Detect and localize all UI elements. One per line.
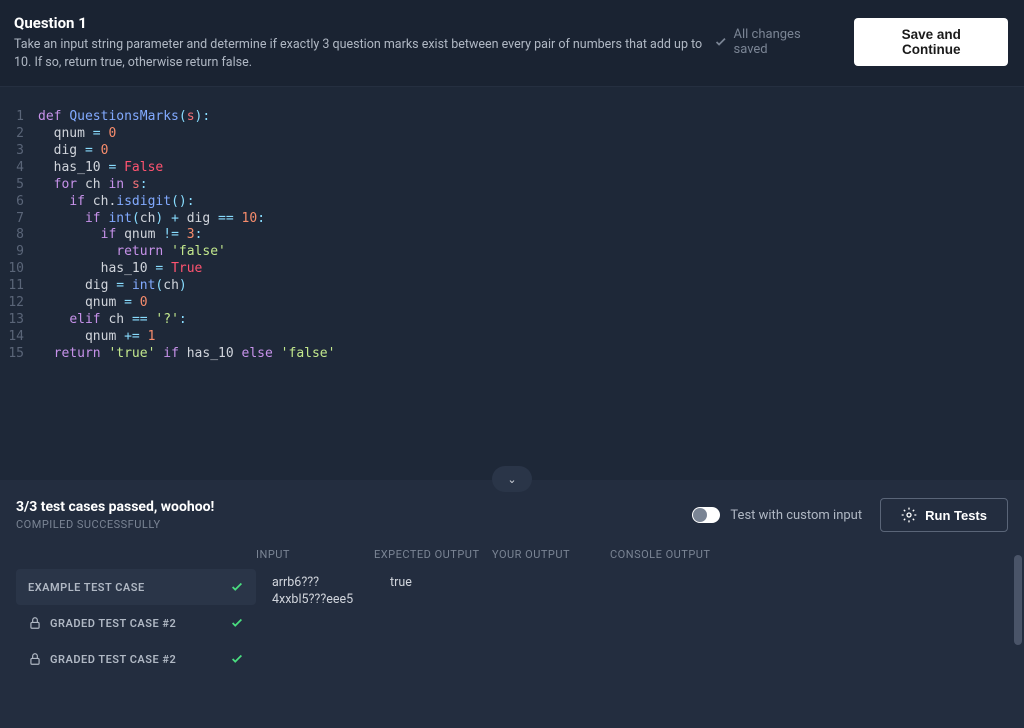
lock-icon — [28, 616, 42, 630]
code-line[interactable]: 4 has_10 = False — [0, 160, 1024, 177]
test-case-name: EXAMPLE TEST CASE — [28, 581, 230, 594]
save-continue-button[interactable]: Save and Continue — [854, 18, 1008, 66]
test-case-data-row: arrb6???4xxbl5???eee5 true — [272, 569, 508, 677]
line-number: 13 — [0, 312, 38, 329]
test-case-row[interactable]: GRADED TEST CASE #2 — [16, 641, 256, 677]
code-content[interactable]: qnum = 0 — [38, 126, 116, 143]
code-line[interactable]: 14 qnum += 1 — [0, 329, 1024, 346]
code-line[interactable]: 8 if qnum != 3: — [0, 227, 1024, 244]
line-number: 10 — [0, 261, 38, 278]
code-content[interactable]: dig = 0 — [38, 143, 108, 160]
question-info: Question 1 Take an input string paramete… — [14, 14, 714, 72]
code-line[interactable]: 2 qnum = 0 — [0, 126, 1024, 143]
line-number: 4 — [0, 160, 38, 177]
col-header-console: CONSOLE OUTPUT — [610, 548, 1024, 561]
code-content[interactable]: qnum = 0 — [38, 295, 148, 312]
pass-check-icon — [230, 616, 244, 630]
code-line[interactable]: 7 if int(ch) + dig == 10: — [0, 211, 1024, 228]
header-actions: All changes saved Save and Continue — [714, 18, 1008, 66]
custom-input-toggle-wrap: Test with custom input — [692, 507, 862, 523]
question-title: Question 1 — [14, 14, 714, 32]
col-header-expected: EXPECTED OUTPUT — [374, 548, 492, 561]
code-line[interactable]: 5 for ch in s: — [0, 177, 1024, 194]
compile-status: COMPILED SUCCESSFULLY — [16, 518, 214, 531]
line-number: 8 — [0, 227, 38, 244]
test-case-name: GRADED TEST CASE #2 — [50, 653, 230, 666]
code-content[interactable]: return 'false' — [38, 244, 226, 261]
pass-status: 3/3 test cases passed, woohoo! — [16, 499, 214, 515]
code-line[interactable]: 1def QuestionsMarks(s): — [0, 109, 1024, 126]
code-content[interactable]: if ch.isdigit(): — [38, 194, 195, 211]
code-content[interactable]: if int(ch) + dig == 10: — [38, 211, 265, 228]
code-line[interactable]: 10 has_10 = True — [0, 261, 1024, 278]
line-number: 6 — [0, 194, 38, 211]
save-status: All changes saved — [714, 27, 834, 57]
pass-check-icon — [230, 652, 244, 666]
code-content[interactable]: def QuestionsMarks(s): — [38, 109, 210, 126]
code-content[interactable]: elif ch == '?': — [38, 312, 187, 329]
col-header-your: YOUR OUTPUT — [492, 548, 610, 561]
code-line[interactable]: 15 return 'true' if has_10 else 'false' — [0, 346, 1024, 363]
code-content[interactable]: dig = int(ch) — [38, 278, 187, 295]
line-number: 12 — [0, 295, 38, 312]
line-number: 9 — [0, 244, 38, 261]
header-bar: Question 1 Take an input string paramete… — [0, 0, 1024, 87]
lock-icon — [28, 652, 42, 666]
code-content[interactable]: has_10 = True — [38, 261, 202, 278]
test-case-row[interactable]: GRADED TEST CASE #2 — [16, 605, 256, 641]
line-number: 15 — [0, 346, 38, 363]
code-content[interactable]: has_10 = False — [38, 160, 163, 177]
test-case-row[interactable]: EXAMPLE TEST CASE — [16, 569, 256, 605]
custom-input-toggle[interactable] — [692, 507, 720, 523]
check-icon — [714, 35, 728, 49]
code-line[interactable]: 3 dig = 0 — [0, 143, 1024, 160]
line-number: 14 — [0, 329, 38, 346]
scrollbar-thumb[interactable] — [1014, 555, 1022, 645]
test-case-name: GRADED TEST CASE #2 — [50, 617, 230, 630]
line-number: 1 — [0, 109, 38, 126]
run-tests-button[interactable]: Run Tests — [880, 498, 1008, 532]
run-tests-label: Run Tests — [925, 508, 987, 523]
code-content[interactable]: qnum += 1 — [38, 329, 155, 346]
col-header-input: INPUT — [256, 548, 374, 561]
code-line[interactable]: 6 if ch.isdigit(): — [0, 194, 1024, 211]
chevron-down-icon: ⌄ — [507, 473, 516, 486]
test-case-list: EXAMPLE TEST CASE GRADED TEST CASE #2 GRAD… — [16, 569, 256, 677]
panel-collapse-handle[interactable]: ⌄ — [492, 466, 532, 492]
code-line[interactable]: 9 return 'false' — [0, 244, 1024, 261]
column-headers-row: INPUT EXPECTED OUTPUT YOUR OUTPUT CONSOL… — [0, 542, 1024, 569]
gear-icon — [901, 507, 917, 523]
line-number: 5 — [0, 177, 38, 194]
code-content[interactable]: if qnum != 3: — [38, 227, 202, 244]
pass-check-icon — [230, 580, 244, 594]
code-content[interactable]: for ch in s: — [38, 177, 148, 194]
line-number: 7 — [0, 211, 38, 228]
code-line[interactable]: 12 qnum = 0 — [0, 295, 1024, 312]
question-description: Take an input string parameter and deter… — [14, 36, 714, 72]
code-line[interactable]: 13 elif ch == '?': — [0, 312, 1024, 329]
code-line[interactable]: 11 dig = int(ch) — [0, 278, 1024, 295]
cell-expected: true — [390, 575, 508, 590]
save-status-text: All changes saved — [734, 27, 835, 57]
code-content[interactable]: return 'true' if has_10 else 'false' — [38, 346, 335, 363]
toggle-knob — [693, 508, 707, 522]
results-table: EXAMPLE TEST CASE GRADED TEST CASE #2 GRAD… — [0, 569, 1024, 677]
toggle-label: Test with custom input — [730, 508, 862, 523]
code-editor[interactable]: 1def QuestionsMarks(s):2 qnum = 03 dig =… — [0, 87, 1024, 495]
cell-input: arrb6???4xxbl5???eee5 — [272, 575, 390, 609]
results-panel: ⌄ 3/3 test cases passed, woohoo! COMPILE… — [0, 480, 1024, 728]
line-number: 11 — [0, 278, 38, 295]
line-number: 2 — [0, 126, 38, 143]
line-number: 3 — [0, 143, 38, 160]
